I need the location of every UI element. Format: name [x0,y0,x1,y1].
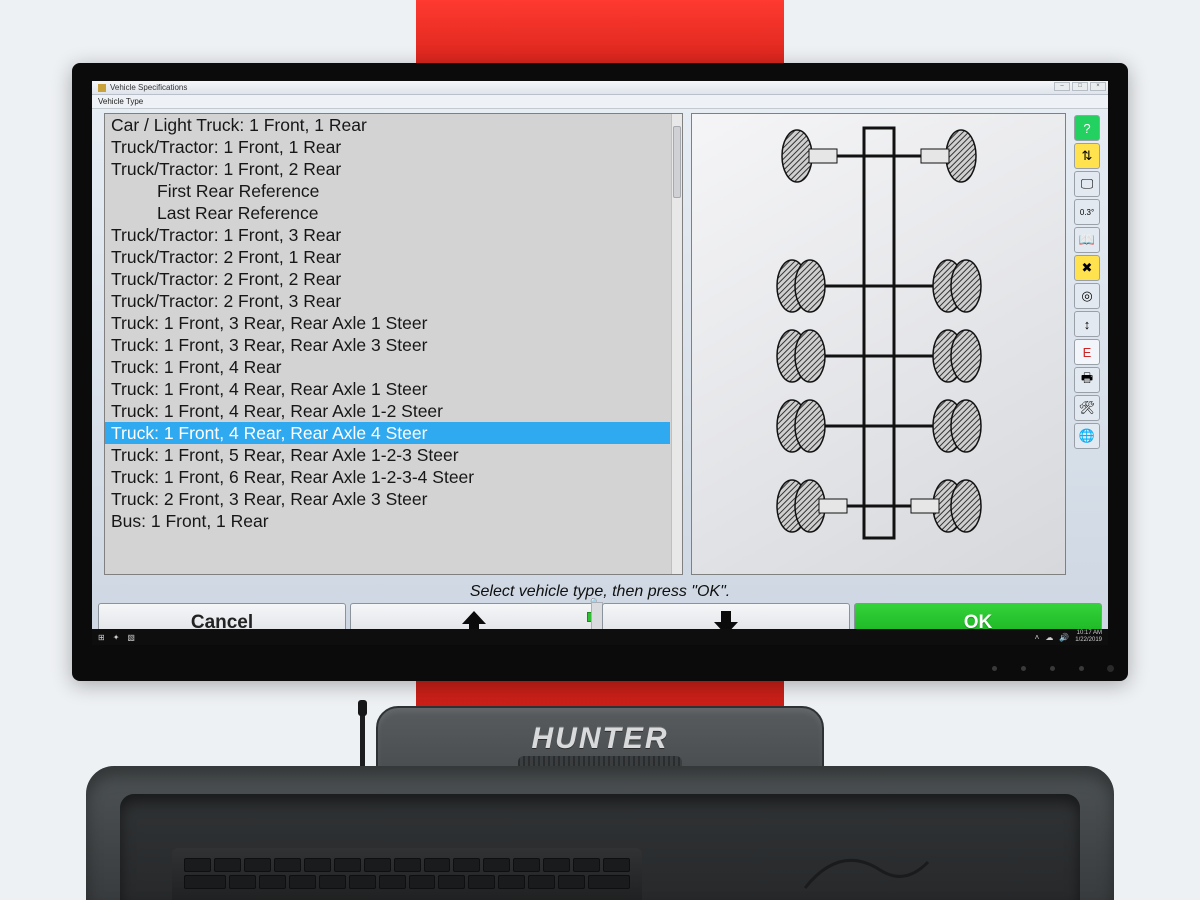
book-icon[interactable]: 📖 [1074,227,1100,253]
monitor-indicator-dots [992,666,1084,671]
monitor-icon[interactable]: 🖵 [1074,171,1100,197]
clock-time: 10:17 AM [1077,630,1102,636]
list-item[interactable]: Truck/Tractor: 1 Front, 2 Rear [105,158,670,180]
taskbar[interactable]: ⊞ ✦ ▧ ˄ ☁ 🔊 10:17 AM 1/22/2019 [92,629,1108,645]
arrows-icon[interactable]: ↕ [1074,311,1100,337]
monitor-power-button[interactable] [1107,665,1114,672]
clock-date: 1/22/2019 [1075,637,1102,643]
vehicle-type-list[interactable]: Car / Light Truck: 1 Front, 1 RearTruck/… [104,113,683,575]
instruction-text: Select vehicle type, then press "OK". [92,583,1108,601]
minimize-button[interactable]: – [1054,82,1070,91]
list-item[interactable]: Truck/Tractor: 1 Front, 3 Rear [105,224,670,246]
taskbar-app-icon[interactable]: ▧ [127,633,135,642]
help-icon[interactable]: ? [1074,115,1100,141]
tray-cloud-icon[interactable]: ☁ [1045,633,1053,642]
print-icon[interactable]: 🖶 [1074,367,1100,393]
maximize-button[interactable]: □ [1072,82,1088,91]
list-item[interactable]: Truck: 2 Front, 3 Rear, Rear Axle 3 Stee… [105,488,670,510]
close-button[interactable]: × [1090,82,1106,91]
chassis-preview [691,113,1066,575]
angle-icon[interactable]: 0.3° [1074,199,1100,225]
keyboard[interactable] [172,848,642,900]
monitor-frame: Vehicle Specifications – □ × Vehicle Typ… [72,63,1128,681]
screen: Vehicle Specifications – □ × Vehicle Typ… [92,81,1108,645]
cable [800,850,930,894]
tray-up-icon[interactable]: ˄ [1035,633,1040,642]
list-item[interactable]: Truck: 1 Front, 3 Rear, Rear Axle 1 Stee… [105,312,670,334]
app-icon [98,84,106,92]
taskbar-icon[interactable]: ✦ [113,633,120,642]
list-item[interactable]: Truck/Tractor: 2 Front, 1 Rear [105,246,670,268]
list-item[interactable]: Truck: 1 Front, 4 Rear, Rear Axle 1-2 St… [105,400,670,422]
start-icon[interactable]: ⊞ [98,633,105,642]
chassis-diagram [749,118,1009,548]
list-item[interactable]: Truck/Tractor: 2 Front, 2 Rear [105,268,670,290]
e-icon[interactable]: E [1074,339,1100,365]
list-item[interactable]: Truck: 1 Front, 4 Rear, Rear Axle 4 Stee… [105,422,670,444]
tray-volume-icon[interactable]: 🔊 [1059,633,1069,642]
list-item[interactable]: Truck: 1 Front, 4 Rear, Rear Axle 1 Stee… [105,378,670,400]
scrollbar-thumb[interactable] [673,126,681,198]
list-item[interactable]: Bus: 1 Front, 1 Rear [105,510,670,532]
list-item[interactable]: Truck: 1 Front, 3 Rear, Rear Axle 3 Stee… [105,334,670,356]
brand-label: HUNTER [378,722,822,756]
window-title: Vehicle Specifications [110,83,187,92]
x-icon[interactable]: ✖ [1074,255,1100,281]
wheel-icon[interactable]: ◎ [1074,283,1100,309]
menu-bar: Vehicle Type [92,95,1108,109]
list-item[interactable]: Last Rear Reference [105,202,670,224]
list-item[interactable]: Truck/Tractor: 1 Front, 1 Rear [105,136,670,158]
menu-vehicle-type[interactable]: Vehicle Type [98,97,143,106]
tool-icon[interactable]: 🛠 [1074,395,1100,421]
list-item[interactable]: Truck/Tractor: 2 Front, 3 Rear [105,290,670,312]
list-item[interactable]: Truck: 1 Front, 5 Rear, Rear Axle 1-2-3 … [105,444,670,466]
list-item[interactable]: First Rear Reference [105,180,670,202]
list-item[interactable]: Car / Light Truck: 1 Front, 1 Rear [105,114,670,136]
list-item[interactable]: Truck: 1 Front, 6 Rear, Rear Axle 1-2-3-… [105,466,670,488]
side-toolbar: ?⇅🖵0.3°📖✖◎↕E🖶🛠🌐 [1074,113,1100,575]
list-scrollbar[interactable] [671,114,682,574]
window-titlebar[interactable]: Vehicle Specifications – □ × [92,81,1108,95]
list-item[interactable]: Truck: 1 Front, 4 Rear [105,356,670,378]
globe-icon[interactable]: 🌐 [1074,423,1100,449]
sensor-icon[interactable]: ⇅ [1074,143,1100,169]
window-buttons: – □ × [1054,82,1106,91]
equipment-column-top [416,0,784,70]
